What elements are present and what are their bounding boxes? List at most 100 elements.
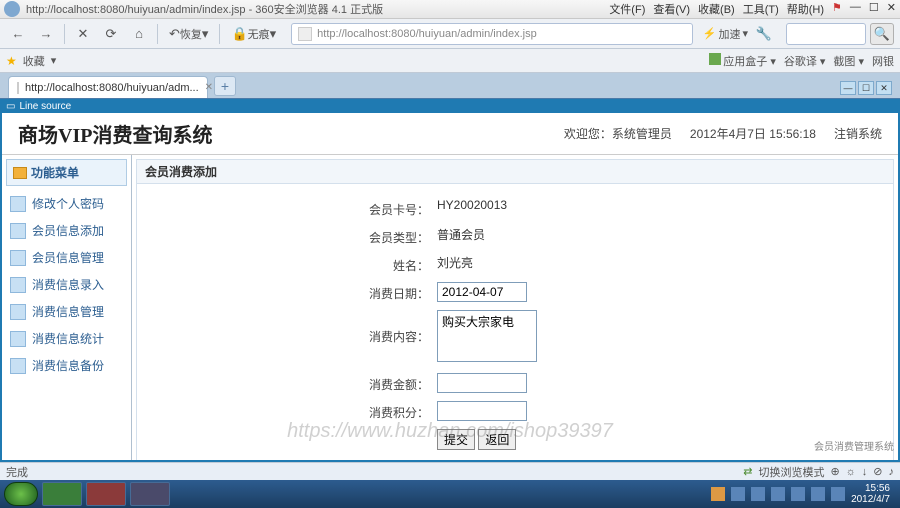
arrow-right-icon: → — [40, 26, 53, 41]
status-icon[interactable]: ⊕ — [830, 465, 839, 478]
browser-toolbar: ← → ✕ ⟳ ⌂ ↶恢复▾ 🔒无痕▾ http://localhost:808… — [0, 19, 900, 49]
inner-min-icon[interactable]: — — [840, 81, 856, 95]
inner-close-icon[interactable]: ✕ — [876, 81, 892, 95]
label-date: 消费日期： — [137, 282, 437, 302]
minimize-icon[interactable]: — — [850, 1, 861, 17]
sidebar-item-member-manage[interactable]: 会员信息管理 — [6, 244, 127, 271]
status-icon[interactable]: ↓ — [862, 466, 868, 478]
input-points[interactable] — [437, 401, 527, 421]
favlink-bank[interactable]: 网银 — [872, 53, 894, 69]
lock-icon: 🔒 — [231, 26, 247, 42]
favlink-screenshot[interactable]: 截图 ▾ — [833, 53, 864, 69]
status-icon[interactable]: ☼ — [846, 466, 856, 478]
address-bar[interactable]: http://localhost:8080/huiyuan/admin/inde… — [291, 23, 693, 45]
tray-date[interactable]: 2012/4/7 — [851, 494, 890, 505]
top-menu: 文件(F) 查看(V) 收藏(B) 工具(T) 帮助(H) ⚑ — ☐ ✕ — [609, 1, 896, 17]
restore-button[interactable]: ↶恢复▾ — [164, 23, 213, 45]
page-strip: ▭ Line source — [2, 99, 898, 113]
browser-titlebar: http://localhost:8080/huiyuan/admin/inde… — [0, 0, 900, 19]
sidebar-item-consume-backup[interactable]: 消费信息备份 — [6, 352, 127, 379]
search-button[interactable]: 🔍 — [870, 23, 894, 45]
menu-file[interactable]: 文件(F) — [609, 1, 645, 17]
reload-button[interactable]: ⟳ — [99, 23, 123, 45]
menu-fav[interactable]: 收藏(B) — [698, 1, 735, 17]
window-title: http://localhost:8080/huiyuan/admin/inde… — [26, 1, 383, 17]
submit-button[interactable]: 提交 — [437, 429, 475, 450]
label-name: 姓名： — [137, 254, 437, 274]
new-tab-button[interactable]: + — [214, 76, 236, 96]
tray-icon[interactable] — [831, 487, 845, 501]
tab-active[interactable]: http://localhost:8080/huiyuan/adm... ✕ — [8, 76, 208, 98]
tray-icon[interactable] — [811, 487, 825, 501]
back-button[interactable]: 返回 — [478, 429, 516, 450]
forward-button[interactable]: → — [34, 23, 58, 45]
search-icon: 🔍 — [874, 26, 890, 42]
tray-time[interactable]: 15:56 — [851, 483, 890, 494]
taskbar-item[interactable] — [42, 482, 82, 506]
taskbar-item[interactable] — [86, 482, 126, 506]
menu-help[interactable]: 帮助(H) — [787, 1, 824, 17]
system-title: 商场VIP消费查询系统 — [18, 119, 212, 148]
logout-link[interactable]: 注销系统 — [834, 125, 882, 142]
sidebar-item-consume-manage[interactable]: 消费信息管理 — [6, 298, 127, 325]
separator — [64, 24, 65, 44]
menu-icon — [10, 223, 26, 239]
sidebar-header: 功能菜单 — [6, 159, 127, 186]
favlink-translate[interactable]: 谷歌译 ▾ — [784, 53, 826, 69]
restore-icon: ↶ — [169, 26, 180, 42]
input-amount[interactable] — [437, 373, 527, 393]
strip-title: Line source — [19, 101, 71, 112]
menu-tools[interactable]: 工具(T) — [743, 1, 779, 17]
label-points: 消费积分： — [137, 401, 437, 421]
switch-mode-text[interactable]: 切换浏览模式 — [758, 464, 824, 480]
sidebar-item-consume-add[interactable]: 消费信息录入 — [6, 271, 127, 298]
chevron-down-icon: ▾ — [202, 26, 209, 42]
home-button[interactable]: ⌂ — [127, 23, 151, 45]
back-button[interactable]: ← — [6, 23, 30, 45]
input-content[interactable]: 购买大宗家电 — [437, 310, 537, 362]
chevron-down-icon: ▾ — [742, 27, 748, 40]
tray-icon[interactable] — [751, 487, 765, 501]
wrench-icon: 🔧 — [756, 26, 772, 42]
settings-button[interactable]: 🔧 — [752, 23, 776, 45]
page-icon — [17, 82, 19, 94]
switch-mode-icon[interactable]: ⇄ — [743, 465, 752, 478]
favlink-appbox[interactable]: 应用盒子 ▾ — [709, 53, 776, 69]
value-card: HY20020013 — [437, 198, 507, 212]
maximize-icon[interactable]: ☐ — [869, 1, 879, 17]
status-icon[interactable]: ♪ — [889, 466, 895, 478]
menu-icon — [10, 331, 26, 347]
search-box[interactable] — [786, 23, 866, 45]
menu-icon — [10, 250, 26, 266]
menu-view[interactable]: 查看(V) — [653, 1, 690, 17]
start-button[interactable] — [4, 482, 38, 506]
sidebar-item-member-add[interactable]: 会员信息添加 — [6, 217, 127, 244]
input-date[interactable] — [437, 282, 527, 302]
tray-icon[interactable] — [711, 487, 725, 501]
inner-max-icon[interactable]: ☐ — [858, 81, 874, 95]
taskbar-item[interactable] — [130, 482, 170, 506]
welcome-text: 欢迎您：系统管理员 — [564, 125, 672, 142]
tray-icon[interactable] — [731, 487, 745, 501]
tray-icon[interactable] — [791, 487, 805, 501]
sidebar-item-consume-stats[interactable]: 消费信息统计 — [6, 325, 127, 352]
stop-button[interactable]: ✕ — [71, 23, 95, 45]
panel-body: 会员卡号：HY20020013 会员类型：普通会员 姓名：刘光亮 消费日期： 消… — [136, 184, 894, 460]
close-icon[interactable]: ✕ — [887, 1, 896, 17]
incognito-button[interactable]: 🔒无痕▾ — [226, 23, 281, 45]
url-text: http://localhost:8080/huiyuan/admin/inde… — [317, 28, 537, 40]
label-content: 消费内容： — [137, 310, 437, 345]
bolt-icon: ⚡ — [703, 27, 717, 40]
sidebar-item-password[interactable]: 修改个人密码 — [6, 190, 127, 217]
page-icon — [298, 27, 312, 41]
tab-bar: http://localhost:8080/huiyuan/adm... ✕ +… — [0, 73, 900, 99]
accel-button[interactable]: ⚡加速▾ — [703, 26, 748, 42]
favorites-label[interactable]: 收藏 — [23, 53, 45, 69]
content-panel: 会员消费添加 会员卡号：HY20020013 会员类型：普通会员 姓名：刘光亮 … — [132, 155, 898, 460]
close-tab-icon[interactable]: ✕ — [205, 82, 213, 93]
star-icon[interactable]: ★ — [6, 54, 17, 68]
status-icon[interactable]: ⊘ — [873, 465, 882, 478]
sidebar: 功能菜单 修改个人密码 会员信息添加 会员信息管理 消费信息录入 消费信息管理 … — [2, 155, 132, 460]
toolbar-extra-icon[interactable]: ⚑ — [832, 1, 842, 17]
tray-icon[interactable] — [771, 487, 785, 501]
